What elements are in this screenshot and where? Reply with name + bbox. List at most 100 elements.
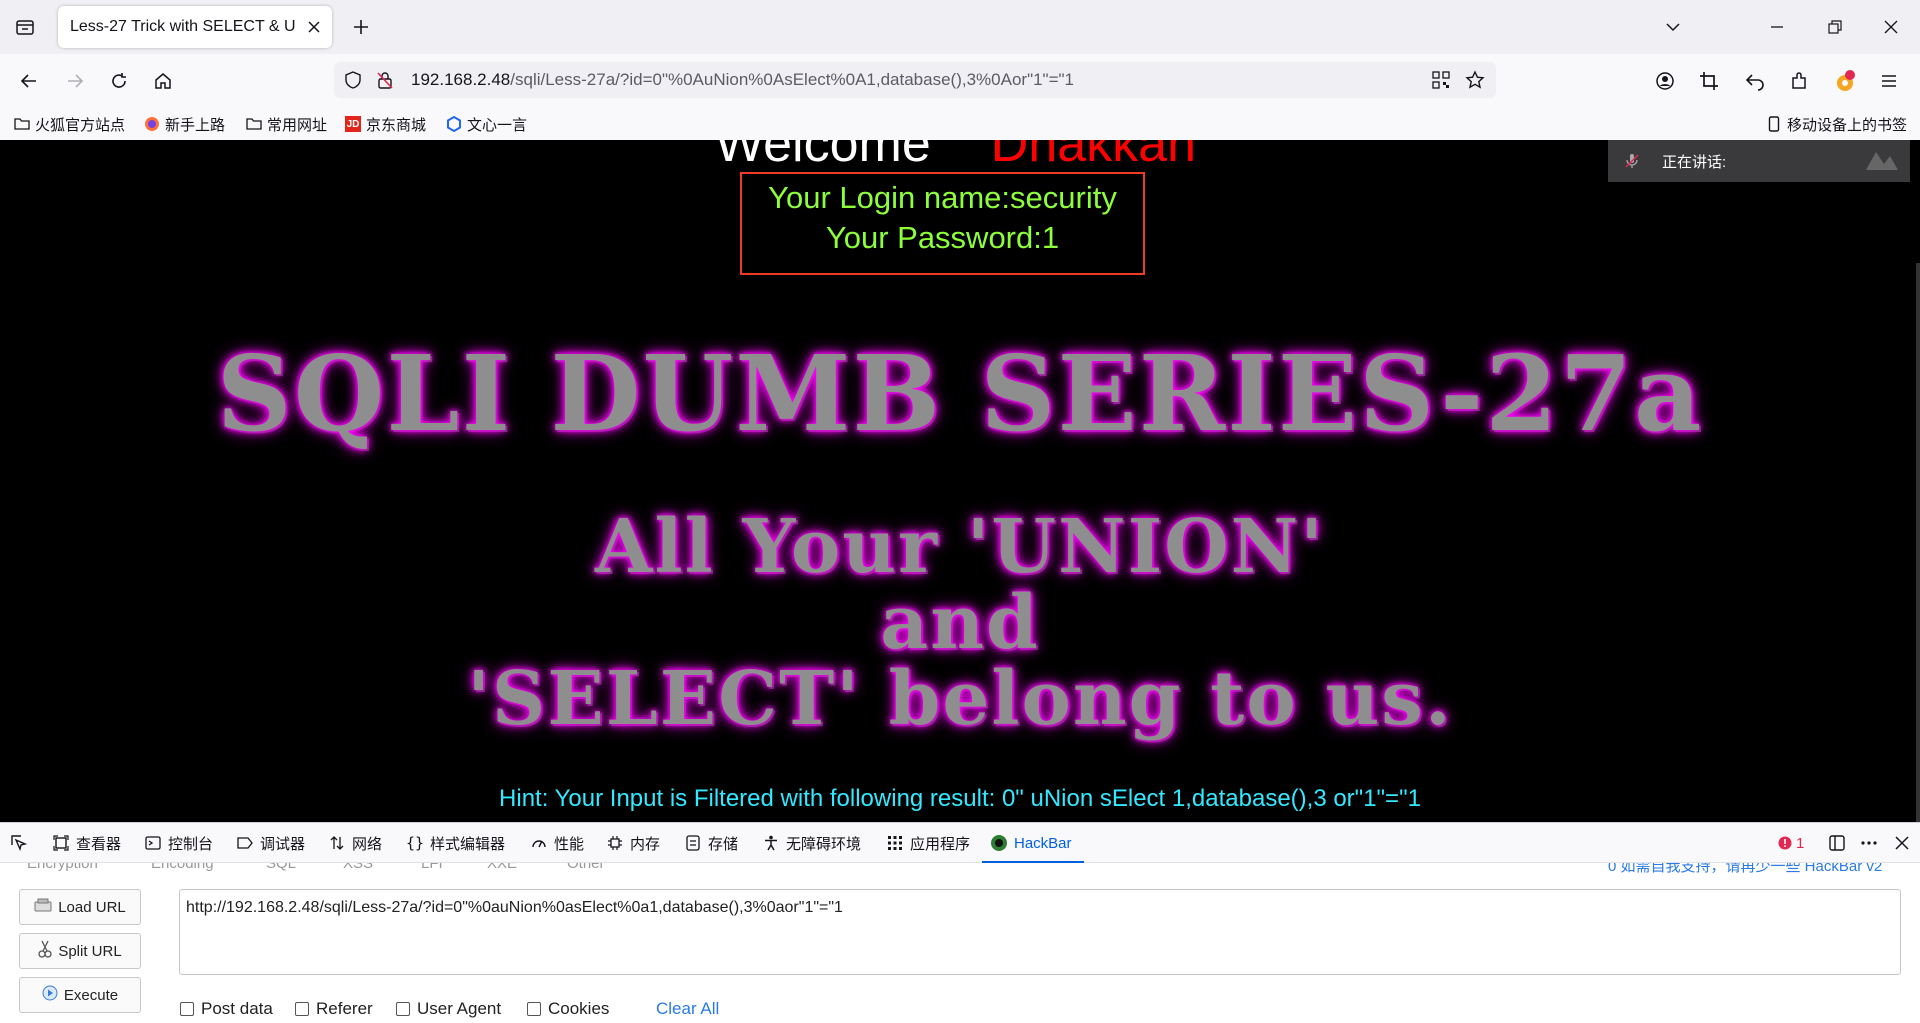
menu-encryption[interactable]: Encryption <box>27 863 98 872</box>
tab-accessibility[interactable]: 无障碍环境 <box>762 832 861 854</box>
storage-icon <box>684 834 702 852</box>
tab-debugger[interactable]: 调试器 <box>236 832 305 854</box>
tab-memory[interactable]: 内存 <box>606 832 660 854</box>
menu-icon[interactable] <box>1874 66 1904 96</box>
tab-title: Less-27 Trick with SELECT & UNION <box>70 18 295 35</box>
mobile-bookmarks[interactable]: 移动设备上的书签 <box>1766 113 1907 135</box>
load-url-button[interactable]: Load URL <box>19 889 141 925</box>
user-agent-checkbox[interactable]: User Agent <box>396 999 501 1019</box>
hackbar-version-link[interactable]: 0 如需自我支持，请再少一些 HackBar v2 <box>1608 863 1882 876</box>
scissors-icon <box>38 940 52 962</box>
slogan-line-3: 'SELECT' belong to us. <box>467 656 1453 742</box>
close-tab-icon[interactable] <box>304 17 324 37</box>
clear-all-link[interactable]: Clear All <box>656 999 719 1019</box>
tab-style-editor[interactable]: {} 样式编辑器 <box>406 832 505 854</box>
devtools-panel: 查看器 控制台 调试器 网络 {} 样式编辑器 性能 内存 存储 无障碍环境 应… <box>0 822 1920 1023</box>
menu-encoding[interactable]: Encoding <box>151 863 214 872</box>
browser-tab[interactable]: Less-27 Trick with SELECT & UNION <box>58 6 332 48</box>
error-icon <box>1776 834 1794 852</box>
menu-lfi[interactable]: LFI <box>421 863 443 872</box>
insecure-lock-icon[interactable] <box>374 69 396 91</box>
url-bar[interactable]: 192.168.2.48/sqli/Less-27a/?id=0"%0AuNio… <box>334 62 1496 98</box>
login-name-text: Your Login name:security <box>768 180 1117 215</box>
tab-label: 内存 <box>630 835 661 853</box>
url-path: /sqli/Less-27a/?id=0"%0AuNion%0AsElect%0… <box>510 70 1075 89</box>
error-count-badge[interactable]: 1 <box>1776 832 1804 854</box>
menu-sql[interactable]: SQL <box>266 863 296 872</box>
tab-list-icon[interactable] <box>12 14 38 40</box>
welcome-heading: Welcome Dhakkan <box>715 140 1196 174</box>
account-icon[interactable] <box>1650 66 1680 96</box>
error-count: 1 <box>1796 834 1805 852</box>
cookies-checkbox[interactable]: Cookies <box>527 999 609 1019</box>
split-url-label: Split URL <box>58 942 122 960</box>
url-host: 192.168.2.48 <box>411 70 511 89</box>
tab-network[interactable]: 网络 <box>328 832 382 854</box>
bookmark-star-icon[interactable] <box>1464 69 1486 91</box>
close-devtools-icon[interactable] <box>1894 832 1910 854</box>
reload-icon[interactable] <box>104 66 134 96</box>
tab-application[interactable]: 应用程序 <box>886 832 970 854</box>
checkbox-label: Post data <box>201 999 273 1018</box>
undo-icon[interactable] <box>1740 66 1770 96</box>
extension-badge-icon[interactable] <box>1830 66 1860 96</box>
tab-label: 控制台 <box>168 835 214 853</box>
hint-text: Hint: Your Input is Filtered with follow… <box>499 785 1421 812</box>
page-scrollbar[interactable] <box>1916 263 1920 822</box>
shield-icon[interactable] <box>342 69 364 91</box>
series-title: SQLI DUMB SERIES-27a <box>216 332 1704 455</box>
minimize-icon[interactable] <box>1762 12 1792 42</box>
tab-label: 调试器 <box>260 835 306 853</box>
checkbox-box[interactable] <box>295 1002 309 1016</box>
bookmark-item[interactable]: 新手上路 <box>144 113 225 135</box>
mobile-bookmarks-label: 移动设备上的书签 <box>1787 116 1908 134</box>
menu-xss[interactable]: XSS <box>343 863 373 872</box>
tab-console[interactable]: 控制台 <box>144 832 213 854</box>
load-url-label: Load URL <box>58 898 126 916</box>
referer-checkbox[interactable]: Referer <box>295 999 373 1019</box>
checkbox-label: Cookies <box>548 999 610 1018</box>
tab-strip: Less-27 Trick with SELECT & UNION <box>0 0 1920 54</box>
navigation-bar: 192.168.2.48/sqli/Less-27a/?id=0"%0AuNio… <box>0 54 1920 108</box>
muted-mic-icon[interactable] <box>1622 151 1642 171</box>
welcome-text: Welcome <box>715 140 931 173</box>
qr-code-icon[interactable] <box>1430 69 1452 91</box>
screenshot-icon[interactable] <box>1694 66 1724 96</box>
tab-inspector[interactable]: 查看器 <box>52 832 121 854</box>
menu-xxe[interactable]: XXE <box>487 863 517 872</box>
menu-other[interactable]: Other <box>567 863 605 872</box>
speaking-popup: 正在讲话: <box>1608 140 1910 182</box>
tab-label: 网络 <box>352 835 383 853</box>
forward-icon[interactable] <box>60 66 90 96</box>
bookmark-item[interactable]: JD 京东商城 <box>345 113 426 135</box>
tab-storage[interactable]: 存储 <box>684 832 738 854</box>
dock-side-icon[interactable] <box>1828 832 1846 854</box>
bookmark-label: 文心一言 <box>467 116 528 134</box>
tab-performance[interactable]: 性能 <box>530 832 584 854</box>
chevron-down-icon[interactable] <box>1658 12 1688 42</box>
tab-label: 存储 <box>708 835 739 853</box>
execute-button[interactable]: Execute <box>19 977 141 1013</box>
folder-icon <box>14 116 30 132</box>
post-data-checkbox[interactable]: Post data <box>180 999 273 1019</box>
bookmark-item[interactable]: 文心一言 <box>446 113 527 135</box>
close-window-icon[interactable] <box>1876 12 1906 42</box>
folder-icon <box>246 116 262 132</box>
more-options-icon[interactable] <box>1860 832 1878 854</box>
checkbox-box[interactable] <box>396 1002 410 1016</box>
new-tab-icon[interactable] <box>348 14 374 40</box>
split-url-button[interactable]: Split URL <box>19 933 141 969</box>
bookmark-item[interactable]: 常用网址 <box>246 113 327 135</box>
url-textarea[interactable]: http://192.168.2.48/sqli/Less-27a/?id=0"… <box>179 889 1901 975</box>
extensions-icon[interactable] <box>1784 66 1814 96</box>
back-icon[interactable] <box>14 66 44 96</box>
slogan-line-1: All Your 'UNION' <box>595 504 1325 590</box>
bookmark-item[interactable]: 火狐官方站点 <box>14 113 125 135</box>
checkbox-box[interactable] <box>180 1002 194 1016</box>
checkbox-box[interactable] <box>527 1002 541 1016</box>
restore-icon[interactable] <box>1820 12 1850 42</box>
pick-element-icon[interactable] <box>10 832 28 854</box>
home-icon[interactable] <box>148 66 178 96</box>
network-icon <box>328 834 346 852</box>
tab-hackbar[interactable]: HackBar <box>982 832 1083 863</box>
